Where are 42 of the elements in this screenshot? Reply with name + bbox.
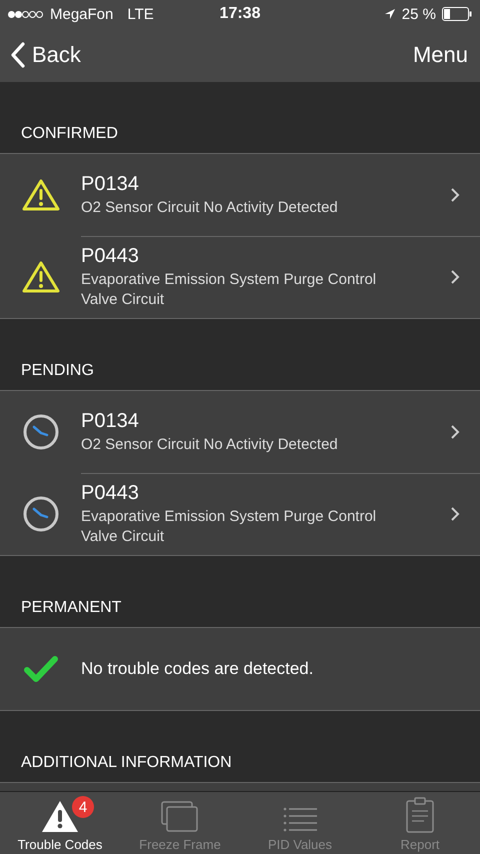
battery-percent: 25 % — [402, 6, 436, 22]
chevron-right-icon — [450, 506, 460, 522]
section-header: PERMANENT — [21, 599, 122, 617]
chevron-right-icon — [450, 187, 460, 203]
location-icon — [384, 8, 396, 20]
clock-icon — [22, 495, 60, 533]
code-label: P0443 — [81, 482, 140, 504]
code-label: P0134 — [81, 172, 140, 196]
code-label: P0443 — [81, 244, 140, 268]
section-header: CONFIRMED — [21, 125, 118, 143]
trouble-code-row[interactable]: P0443 Evaporative Emission System Purge Control Valve Circuit — [0, 236, 480, 318]
list-icon — [283, 807, 317, 833]
section-header: ADDITIONAL INFORMATION — [21, 754, 232, 772]
frames-icon — [161, 801, 199, 833]
carrier-name: MegaFon — [50, 6, 114, 22]
menu-button[interactable]: Menu — [412, 42, 468, 68]
clock-time: 17:38 — [220, 5, 260, 23]
clock-icon — [22, 413, 60, 451]
warning-icon — [22, 178, 60, 212]
count-badge: 4 — [72, 796, 94, 818]
clipboard-icon — [406, 797, 434, 833]
chevron-right-icon — [450, 269, 460, 285]
trouble-code-row[interactable]: P0134 O2 Sensor Circuit No Activity Detected — [0, 391, 480, 473]
warning-icon — [41, 799, 79, 833]
code-description: Evaporative Emission System Purge Control Valve Circuit — [81, 270, 378, 310]
back-button[interactable]: Back — [10, 42, 81, 68]
network-type: LTE — [127, 6, 154, 22]
warning-icon — [22, 260, 60, 294]
tab-bar-item[interactable]: Trouble Codes 4 — [0, 792, 120, 854]
code-description: Evaporative Emission System Purge Control Valve Circuit — [81, 506, 378, 546]
code-label: P0134 — [81, 410, 140, 432]
code-description: O2 Sensor Circuit No Activity Detected — [81, 434, 339, 454]
trouble-code-row[interactable]: P0443 Evaporative Emission System Purge Control Valve Circuit — [0, 473, 480, 555]
battery-icon — [442, 7, 472, 21]
trouble-code-row[interactable]: P0134 O2 Sensor Circuit No Activity Detected — [0, 154, 480, 236]
checkmark-icon — [24, 655, 58, 683]
code-description: O2 Sensor Circuit No Activity Detected — [81, 198, 339, 218]
status-message: No trouble codes are detected. — [81, 659, 314, 679]
section-header: PENDING — [21, 362, 94, 380]
signal-icon — [8, 10, 44, 18]
chevron-right-icon — [450, 424, 460, 440]
chevron-left-icon — [10, 42, 26, 68]
